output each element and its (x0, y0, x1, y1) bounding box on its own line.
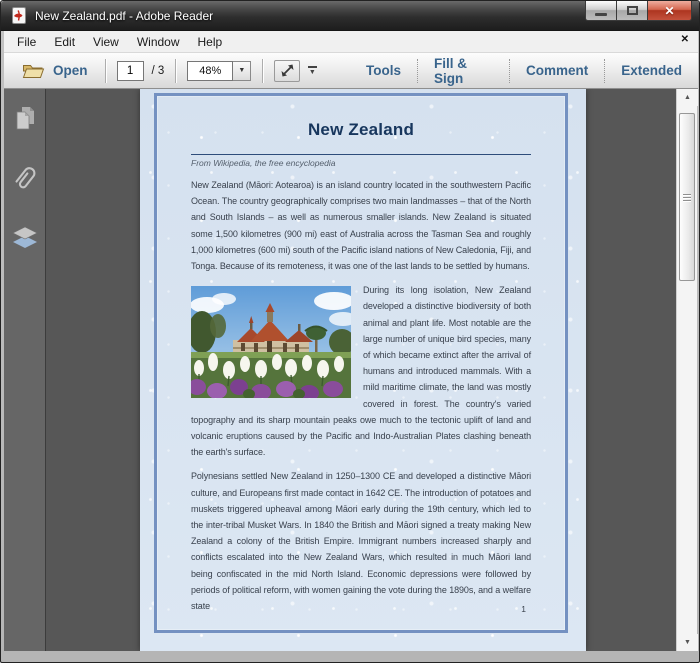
paragraph-with-photo: During its long isolation, New Zealand d… (191, 282, 531, 460)
toolbar-separator (105, 59, 106, 83)
window-controls: ✕ (585, 1, 692, 21)
pdf-page: New Zealand From Wikipedia, the free enc… (140, 89, 586, 651)
menu-bar: File Edit View Window Help ✕ (4, 31, 698, 53)
thumb-grip-icon (683, 197, 691, 198)
window-title: New Zealand.pdf - Adobe Reader (35, 9, 213, 23)
document-canvas[interactable]: New Zealand From Wikipedia, the free enc… (46, 89, 676, 651)
resize-fit-button[interactable] (274, 60, 300, 82)
fit-window-icon (280, 63, 295, 78)
open-folder-icon (22, 62, 45, 79)
page-count-label: / 3 (152, 65, 165, 77)
maximize-icon (627, 6, 638, 15)
page-number-input[interactable] (117, 61, 144, 81)
toolbar-separator (175, 59, 176, 83)
tools-button[interactable]: Tools (350, 59, 418, 83)
navigation-pane (4, 89, 46, 651)
open-button[interactable]: Open (16, 59, 94, 82)
menu-file[interactable]: File (8, 32, 45, 52)
vertical-scrollbar[interactable]: ▲ ▼ (676, 89, 697, 651)
document-subtitle: From Wikipedia, the free encyclopedia (191, 158, 531, 168)
close-document-icon[interactable]: ✕ (681, 34, 689, 45)
main-area: New Zealand From Wikipedia, the free enc… (4, 89, 698, 651)
page-number-label: 1 (521, 604, 526, 614)
scroll-up-icon: ▲ (684, 94, 691, 101)
thumb-grip-icon (683, 194, 691, 195)
comment-button[interactable]: Comment (510, 59, 605, 83)
zoom-level-input[interactable]: 48% (187, 61, 233, 81)
attachments-paperclip-icon[interactable] (11, 163, 39, 193)
document-body: New Zealand (Māori: Aotearoa) is an isla… (191, 177, 531, 614)
minimize-icon (595, 13, 607, 16)
gardens-photo (191, 286, 351, 398)
more-options-icon (308, 66, 317, 68)
adobe-reader-window: New Zealand.pdf - Adobe Reader ✕ File Ed… (0, 0, 700, 663)
menu-help[interactable]: Help (189, 32, 232, 52)
heading-rule (191, 154, 531, 155)
scroll-up-button[interactable]: ▲ (677, 89, 698, 106)
extended-button[interactable]: Extended (605, 59, 698, 83)
page-thumbnails-icon[interactable] (11, 103, 39, 133)
menu-edit[interactable]: Edit (45, 32, 84, 52)
minimize-button[interactable] (585, 1, 617, 21)
thumb-grip-icon (683, 200, 691, 201)
chevron-down-icon: ▼ (238, 67, 245, 74)
close-icon: ✕ (664, 4, 674, 18)
document-heading: New Zealand (191, 120, 531, 140)
page-border-frame: New Zealand From Wikipedia, the free enc… (154, 93, 568, 633)
open-label: Open (53, 63, 88, 78)
scrollbar-thumb[interactable] (679, 113, 695, 281)
scroll-down-icon: ▼ (684, 639, 691, 646)
toolbar: Open / 3 48% ▼ ▼ Tools Fill & Sign Comme… (4, 53, 698, 89)
toolbar-more-button[interactable]: ▼ (303, 60, 321, 82)
chevron-down-icon: ▼ (309, 70, 316, 75)
layers-icon[interactable] (11, 223, 39, 253)
fill-sign-button[interactable]: Fill & Sign (418, 59, 510, 83)
close-button[interactable]: ✕ (648, 1, 692, 21)
paragraph: New Zealand (Māori: Aotearoa) is an isla… (191, 177, 531, 274)
toolbar-panels: Tools Fill & Sign Comment Extended (350, 53, 698, 88)
scroll-down-button[interactable]: ▼ (677, 634, 698, 651)
menu-view[interactable]: View (84, 32, 128, 52)
toolbar-separator (262, 59, 263, 83)
title-bar: New Zealand.pdf - Adobe Reader ✕ (1, 1, 700, 31)
menu-window[interactable]: Window (128, 32, 189, 52)
zoom-dropdown-button[interactable]: ▼ (233, 61, 251, 81)
maximize-button[interactable] (617, 1, 648, 21)
paragraph: Polynesians settled New Zealand in 1250–… (191, 468, 531, 614)
adobe-pdf-icon (10, 7, 28, 24)
